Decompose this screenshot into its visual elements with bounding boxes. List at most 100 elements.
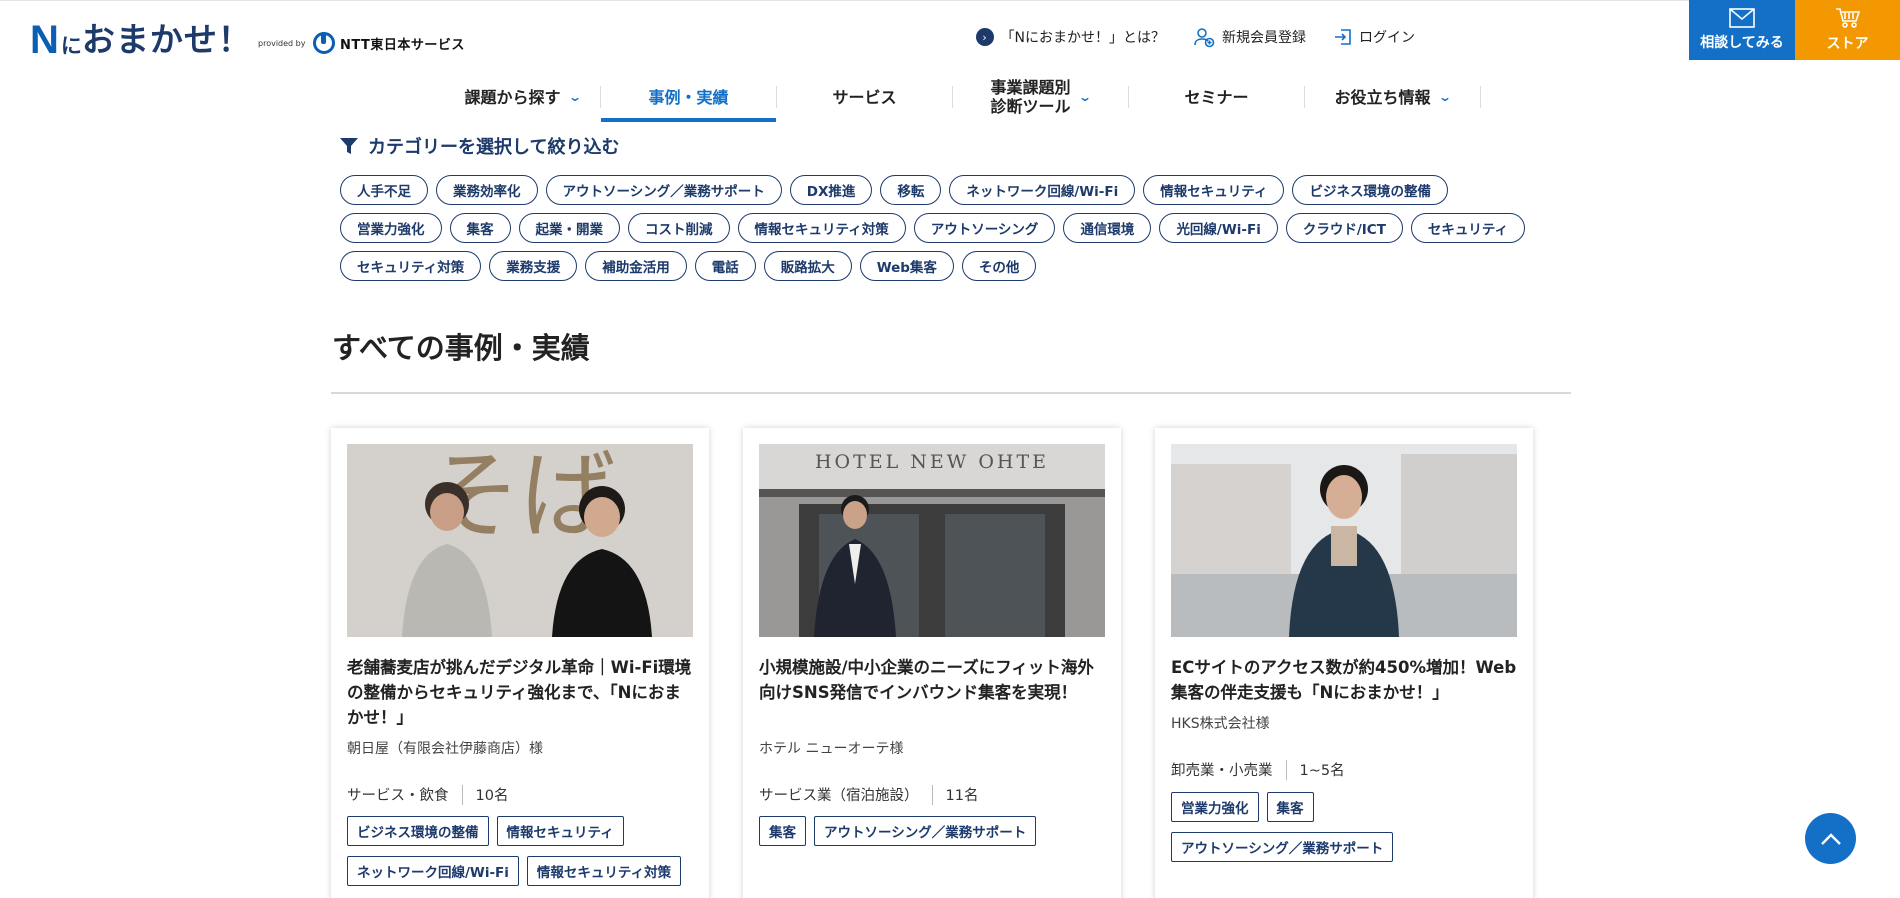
user-add-icon (1193, 26, 1215, 48)
filter-tag[interactable]: 人手不足 (340, 175, 428, 205)
filter-tag[interactable]: 販路拡大 (763, 251, 852, 281)
filter-tag[interactable]: 情報セキュリティ (1143, 175, 1285, 205)
filter-tag[interactable]: 営業力強化 (340, 213, 442, 243)
chevron-up-icon (1820, 832, 1841, 845)
filter-tag-row: セキュリティ対策 業務支援 補助金活用 電話 販路拡大 Web集客 その他 (340, 251, 1570, 281)
case-title: 小規模施設/中小企業のニーズにフィット海外向けSNS発信でインバウンド集客を実現… (759, 658, 1094, 702)
logo-ni: に (60, 34, 82, 58)
filter-tag[interactable]: 移転 (880, 175, 942, 205)
filter-tag[interactable]: 電話 (694, 251, 756, 281)
case-card[interactable]: HOTEL NEW OHTE 小規模施設/中小企業のニーズにフィット海外向けSN… (743, 428, 1121, 898)
nav-item-issues[interactable]: 課題から探す ⌄ (445, 72, 600, 122)
filter-tag[interactable]: セキュリティ対策 (340, 251, 482, 281)
filter-tag[interactable]: その他 (961, 251, 1037, 281)
case-tags: ビジネス環境の整備 情報セキュリティ ネットワーク回線/Wi-Fi 情報セキュリ… (347, 816, 697, 886)
chevron-down-icon: ⌄ (568, 89, 583, 104)
store-button-label: ストア (1826, 36, 1869, 52)
filter-tag[interactable]: Web集客 (859, 251, 954, 281)
case-tag[interactable]: 情報セキュリティ (496, 816, 624, 846)
filter-tag[interactable]: セキュリティ (1410, 213, 1526, 243)
mail-icon (1729, 8, 1755, 28)
filter-tag[interactable]: ネットワーク回線/Wi-Fi (949, 175, 1136, 205)
case-photo: HOTEL NEW OHTE (759, 444, 1105, 637)
sign-text: HOTEL NEW OHTE (815, 451, 1049, 473)
nav-item-cases[interactable]: 事例・実績 (601, 72, 776, 122)
case-photo: そば (347, 444, 693, 637)
filter-tag[interactable]: 業務効率化 (436, 175, 538, 205)
nav-divider (1480, 86, 1481, 108)
case-company: 朝日屋（有限会社伊藤商店）様 (347, 741, 543, 757)
case-company: HKS株式会社様 (1171, 716, 1270, 732)
nav-item-useful-info[interactable]: お役立ち情報 ⌄ (1305, 72, 1480, 122)
back-to-top-button[interactable] (1805, 813, 1856, 864)
login-icon (1334, 28, 1352, 46)
nav-item-label: サービス (832, 87, 897, 107)
about-link[interactable]: › 「Nにおまかせ！」とは？ (975, 27, 1165, 47)
filter-tag[interactable]: 業務支援 (489, 251, 578, 281)
case-tags: 集客 アウトソーシング／業務サポート (759, 816, 1109, 846)
ntt-logo-icon (313, 32, 335, 54)
consult-button[interactable]: 相談してみる (1689, 0, 1795, 60)
logo-n: N (30, 18, 59, 62)
case-employees: 1~5名 (1299, 763, 1345, 779)
filter-tag[interactable]: DX推進 (789, 175, 873, 205)
case-tag[interactable]: アウトソーシング／業務サポート (1171, 832, 1394, 862)
filter-tag[interactable]: 光回線/Wi-Fi (1159, 213, 1278, 243)
section-divider (331, 392, 1571, 394)
filter-tag[interactable]: 補助金活用 (585, 251, 687, 281)
case-tag[interactable]: アウトソーシング／業務サポート (814, 816, 1037, 846)
case-industry: サービス・飲食 (347, 788, 449, 804)
case-tag[interactable]: 集客 (759, 816, 806, 846)
nav-item-services[interactable]: サービス (777, 72, 952, 122)
case-employees: 10名 (475, 788, 509, 804)
register-link[interactable]: 新規会員登録 (1193, 26, 1306, 48)
filter-tag[interactable]: アウトソーシング (913, 213, 1056, 243)
meta-divider (1285, 759, 1287, 780)
filter-tag[interactable]: コスト削減 (628, 213, 730, 243)
provided-by-text: provided by (258, 39, 306, 48)
chevron-down-icon: ⌄ (1438, 89, 1453, 104)
case-employees: 11名 (945, 788, 979, 804)
filter-heading-label: カテゴリーを選択して絞り込む (368, 137, 620, 158)
store-button[interactable]: ストア (1795, 0, 1900, 60)
login-link-label: ログイン (1359, 30, 1415, 46)
case-industry: サービス業（宿泊施設） (759, 788, 919, 804)
case-meta: 卸売業・小売業 1~5名 (1171, 759, 1345, 780)
filter-tag[interactable]: 通信環境 (1063, 213, 1152, 243)
login-link[interactable]: ログイン (1334, 27, 1415, 47)
about-link-label: 「Nにおまかせ！」とは？ (1000, 30, 1165, 46)
filter-tag-row: 営業力強化 集客 起業・開業 コスト削減 情報セキュリティ対策 アウトソーシング… (340, 213, 1570, 243)
case-tag[interactable]: ビジネス環境の整備 (347, 816, 489, 846)
filter-heading: カテゴリーを選択して絞り込む (340, 133, 619, 159)
case-card[interactable]: そば 老舗蕎麦店が挑んだデジタル革命｜Wi-Fi環境の整備からセキュリティ強化ま… (331, 428, 709, 898)
filter-tag[interactable]: アウトソーシング／業務サポート (545, 175, 782, 205)
filter-tag[interactable]: ビジネス環境の整備 (1292, 175, 1448, 205)
nav-item-label: 診断ツール (990, 97, 1071, 116)
case-tag[interactable]: 営業力強化 (1171, 792, 1259, 822)
meta-divider (931, 784, 933, 805)
nav-item-label: 課題から探す (464, 87, 561, 107)
chevron-right-circle-icon: › (975, 28, 994, 46)
nav-item-label: 事業課題別 (990, 78, 1071, 97)
filter-tag[interactable]: 集客 (449, 213, 511, 243)
case-company: ホテル ニューオーテ様 (759, 741, 904, 757)
case-title: 老舗蕎麦店が挑んだデジタル革命｜Wi-Fi環境の整備からセキュリティ強化まで、「… (347, 658, 692, 727)
nav-item-seminar[interactable]: セミナー (1129, 72, 1304, 122)
nav-item-label: セミナー (1184, 87, 1249, 107)
filter-tag[interactable]: 情報セキュリティ対策 (737, 213, 906, 243)
site-logo[interactable]: N に おまかせ！ (30, 18, 252, 62)
cart-icon (1835, 8, 1860, 28)
header-top-border (0, 0, 1900, 1)
logo-main-text: おまかせ！ (81, 20, 252, 59)
main-nav: 課題から探す ⌄ 事例・実績 サービス 事業課題別 診断ツール ⌄ セミナー お役… (445, 72, 1481, 122)
register-link-label: 新規会員登録 (1222, 30, 1306, 46)
case-tag[interactable]: 情報セキュリティ対策 (526, 856, 682, 886)
filter-tag[interactable]: クラウド/ICT (1285, 213, 1403, 243)
case-card[interactable]: ECサイトのアクセス数が約450%増加！Web集客の伴走支援も「Nにおまかせ！」… (1155, 428, 1533, 898)
case-tag[interactable]: ネットワーク回線/Wi-Fi (347, 856, 519, 886)
header-links: › 「Nにおまかせ！」とは？ 新規会員登録 ログイン (975, 26, 1415, 48)
case-tag[interactable]: 集客 (1266, 792, 1314, 822)
nav-item-diagnosis[interactable]: 事業課題別 診断ツール ⌄ (953, 72, 1128, 122)
case-meta: サービス・飲食 10名 (347, 784, 508, 805)
filter-tag[interactable]: 起業・開業 (518, 213, 620, 243)
